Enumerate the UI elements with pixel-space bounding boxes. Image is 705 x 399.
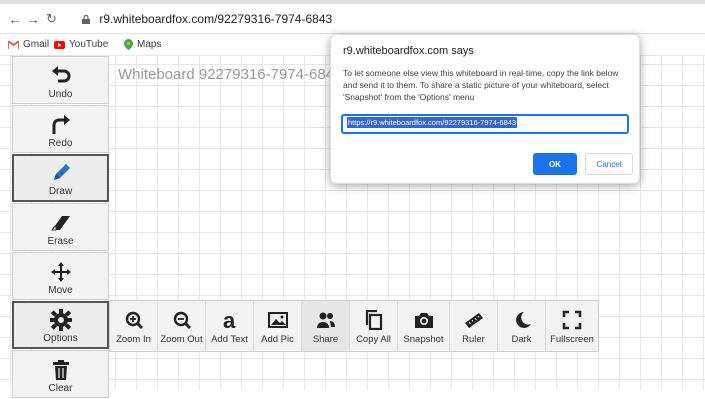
- pencil-icon: [53, 164, 70, 180]
- dialog-message: To let someone else view this whiteboard…: [343, 68, 619, 102]
- options-button[interactable]: Options: [12, 301, 109, 349]
- undo-button[interactable]: Undo: [12, 56, 109, 104]
- cancel-button[interactable]: Cancel: [585, 153, 633, 175]
- lock-icon: [82, 15, 90, 24]
- maps-pin-icon: [124, 39, 133, 50]
- undo-icon: [51, 66, 70, 83]
- board-title: Whiteboard 92279316-7974-6843: [118, 66, 343, 83]
- ruler-icon: [464, 313, 483, 328]
- camera-icon: [414, 313, 433, 328]
- zoom-out-button[interactable]: Zoom Out: [158, 301, 206, 351]
- users-icon: [316, 312, 335, 328]
- clear-button[interactable]: Clear: [12, 350, 109, 398]
- tab-strip: [0, 0, 705, 4]
- fullscreen-icon: [562, 310, 582, 330]
- tool-sidebar: Undo Redo Draw Erase Move Options Clear: [12, 56, 109, 399]
- move-button[interactable]: Move: [12, 252, 109, 300]
- bookmark-youtube[interactable]: YouTube: [54, 39, 108, 50]
- text-icon: a: [223, 310, 236, 330]
- zoom-out-icon: [173, 311, 191, 330]
- gear-icon: [49, 309, 72, 331]
- eraser-icon: [50, 216, 70, 231]
- fullscreen-button[interactable]: Fullscreen: [546, 301, 598, 351]
- bookmark-maps[interactable]: Maps: [124, 39, 161, 50]
- share-link-value: https://r9.whiteboardfox.com/92279316-79…: [347, 117, 518, 128]
- url-text: r9.whiteboardfox.com/92279316-7974-6843: [99, 12, 333, 26]
- address-bar[interactable]: r9.whiteboardfox.com/92279316-7974-6843: [82, 12, 332, 26]
- forward-icon[interactable]: →: [26, 12, 40, 26]
- redo-button[interactable]: Redo: [12, 105, 109, 153]
- gmail-icon: [8, 40, 19, 49]
- draw-button[interactable]: Draw: [12, 154, 109, 202]
- dialog-title: r9.whiteboardfox.com says: [343, 45, 474, 57]
- snapshot-button[interactable]: Snapshot: [398, 301, 450, 351]
- share-dialog: r9.whiteboardfox.com says To let someone…: [330, 34, 640, 184]
- youtube-icon: [54, 40, 65, 49]
- add-text-button[interactable]: a Add Text: [206, 301, 254, 351]
- share-button[interactable]: Share: [302, 301, 350, 351]
- bookmark-gmail[interactable]: Gmail: [8, 39, 49, 50]
- redo-icon: [52, 115, 70, 134]
- add-pic-button[interactable]: Add Pic: [254, 301, 302, 351]
- zoom-in-button[interactable]: Zoom In: [110, 301, 158, 351]
- bottom-toolbar: Zoom In Zoom Out a Add Text Add Pic Shar…: [109, 300, 599, 352]
- ruler-button[interactable]: Ruler: [450, 301, 498, 351]
- erase-button[interactable]: Erase: [12, 203, 109, 251]
- svg-text:a: a: [223, 310, 236, 330]
- browser-toolbar: ← → ↻ r9.whiteboardfox.com/92279316-7974…: [0, 0, 705, 34]
- ok-button[interactable]: OK: [533, 153, 577, 175]
- share-link-input[interactable]: https://r9.whiteboardfox.com/92279316-79…: [341, 114, 629, 134]
- copy-all-button[interactable]: Copy All: [350, 301, 398, 351]
- back-icon[interactable]: ←: [8, 12, 22, 26]
- trash-icon: [52, 360, 69, 380]
- copy-icon: [365, 310, 382, 330]
- reload-icon[interactable]: ↻: [46, 12, 57, 26]
- dark-mode-button[interactable]: Dark: [498, 301, 546, 351]
- image-icon: [267, 312, 288, 328]
- move-icon: [50, 262, 71, 282]
- zoom-in-icon: [125, 311, 143, 330]
- moon-icon: [515, 312, 531, 328]
